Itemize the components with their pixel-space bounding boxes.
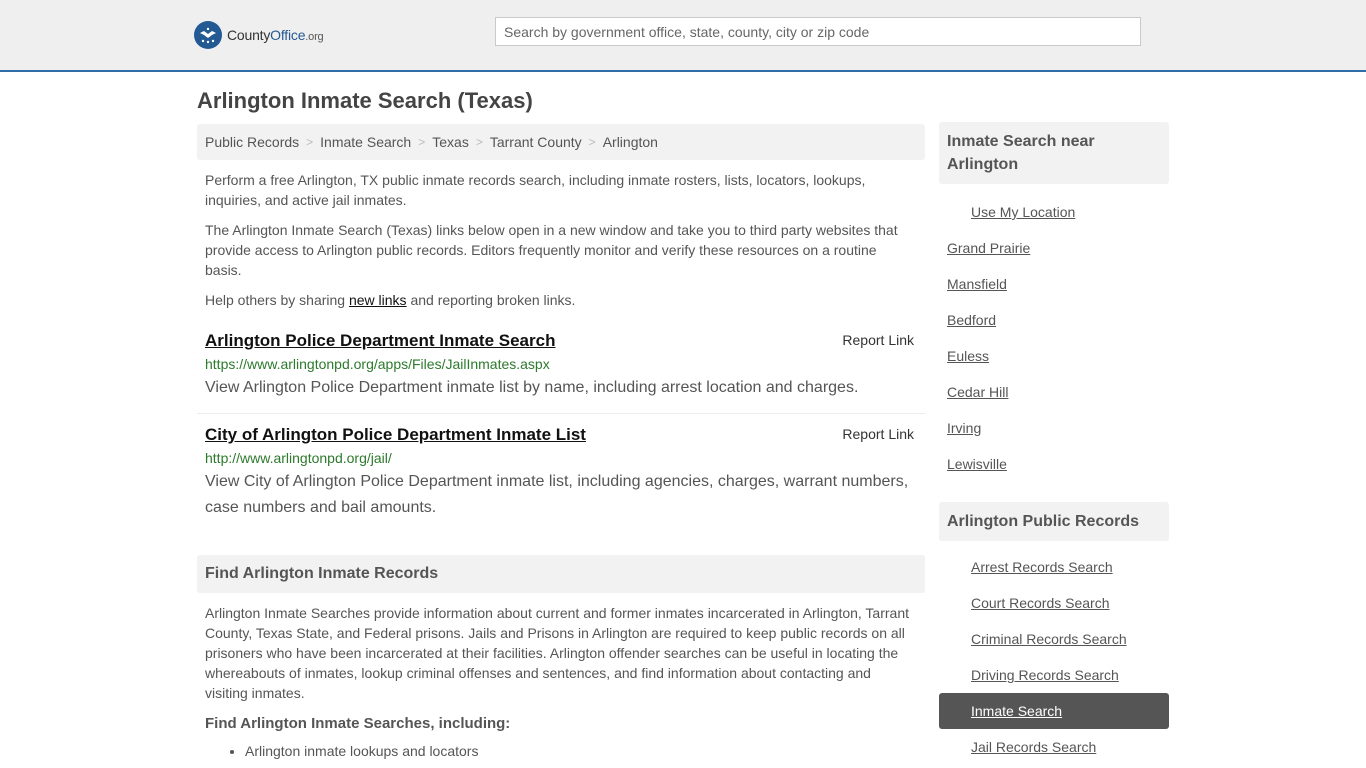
result-description: View Arlington Police Department inmate …: [205, 379, 859, 396]
share-text-after: and reporting broken links.: [406, 292, 576, 308]
breadcrumb-public-records[interactable]: Public Records: [205, 134, 299, 150]
jail-records-link[interactable]: Jail Records Search: [939, 729, 1169, 765]
find-records-paragraph: Arlington Inmate Searches provide inform…: [205, 605, 909, 701]
result-url: http://www.arlingtonpd.org/jail/: [205, 450, 392, 466]
logo-county-text: County: [227, 27, 271, 43]
find-searches-subheading: Find Arlington Inmate Searches, includin…: [205, 715, 511, 732]
breadcrumb-tarrant-county[interactable]: Tarrant County: [490, 134, 582, 150]
near-city-link[interactable]: Irving: [939, 410, 1169, 446]
main-content: Public Records > Inmate Search > Texas >…: [197, 124, 925, 761]
breadcrumb-inmate-search[interactable]: Inmate Search: [320, 134, 411, 150]
result-title-link[interactable]: City of Arlington Police Department Inma…: [205, 424, 586, 446]
result-url: https://www.arlingtonpd.org/apps/Files/J…: [205, 356, 550, 372]
sidebar: Inmate Search near Arlington Use My Loca…: [939, 122, 1169, 765]
breadcrumb-separator: >: [475, 135, 483, 149]
intro-paragraph: Perform a free Arlington, TX public inma…: [205, 172, 866, 208]
result-item: City of Arlington Police Department Inma…: [197, 424, 925, 521]
breadcrumb-texas[interactable]: Texas: [432, 134, 469, 150]
logo-seal-icon: [194, 21, 222, 49]
driving-records-link[interactable]: Driving Records Search: [939, 657, 1169, 693]
near-city-link[interactable]: Grand Prairie: [939, 230, 1169, 266]
near-city-link[interactable]: Euless: [939, 338, 1169, 374]
breadcrumb-separator: >: [588, 135, 596, 149]
criminal-records-link[interactable]: Criminal Records Search: [939, 621, 1169, 657]
logo-wordmark: CountyOffice.org: [227, 27, 324, 43]
result-item: Arlington Police Department Inmate Searc…: [197, 330, 925, 414]
report-link-button[interactable]: Report Link: [842, 332, 914, 348]
share-text-before: Help others by sharing: [205, 292, 349, 308]
logo-tld-text: .org: [305, 31, 324, 43]
near-city-link[interactable]: Lewisville: [939, 446, 1169, 482]
search-input[interactable]: [495, 17, 1141, 46]
breadcrumb-separator: >: [418, 135, 426, 149]
near-city-link[interactable]: Cedar Hill: [939, 374, 1169, 410]
find-searches-list: Arlington inmate lookups and locators: [197, 741, 925, 761]
site-header: CountyOffice.org: [0, 0, 1366, 72]
breadcrumb-arlington[interactable]: Arlington: [603, 134, 658, 150]
public-records-heading: Arlington Public Records: [939, 502, 1169, 541]
report-link-button[interactable]: Report Link: [842, 426, 914, 442]
arrest-records-link[interactable]: Arrest Records Search: [939, 549, 1169, 585]
logo-office-text: Office: [270, 27, 306, 43]
find-records-heading: Find Arlington Inmate Records: [197, 555, 925, 593]
use-my-location-link[interactable]: Use My Location: [939, 194, 1169, 230]
public-records-list: Arrest Records Search Court Records Sear…: [939, 549, 1169, 765]
share-paragraph: Help others by sharing new links and rep…: [197, 290, 925, 310]
near-city-link[interactable]: Bedford: [939, 302, 1169, 338]
list-item: Arlington inmate lookups and locators: [245, 741, 925, 761]
breadcrumb: Public Records > Inmate Search > Texas >…: [197, 124, 925, 160]
countyoffice-logo[interactable]: CountyOffice.org: [194, 21, 324, 49]
inmate-search-link-active[interactable]: Inmate Search: [939, 693, 1169, 729]
near-city-link[interactable]: Mansfield: [939, 266, 1169, 302]
disclaimer-paragraph: The Arlington Inmate Search (Texas) link…: [205, 222, 898, 278]
result-title-link[interactable]: Arlington Police Department Inmate Searc…: [205, 330, 555, 352]
result-description: View City of Arlington Police Department…: [205, 473, 909, 516]
page-title: Arlington Inmate Search (Texas): [197, 88, 533, 113]
near-heading: Inmate Search near Arlington: [939, 122, 1169, 184]
court-records-link[interactable]: Court Records Search: [939, 585, 1169, 621]
near-cities-list: Use My Location Grand Prairie Mansfield …: [939, 194, 1169, 482]
new-links-link[interactable]: new links: [349, 292, 407, 308]
breadcrumb-separator: >: [306, 135, 314, 149]
